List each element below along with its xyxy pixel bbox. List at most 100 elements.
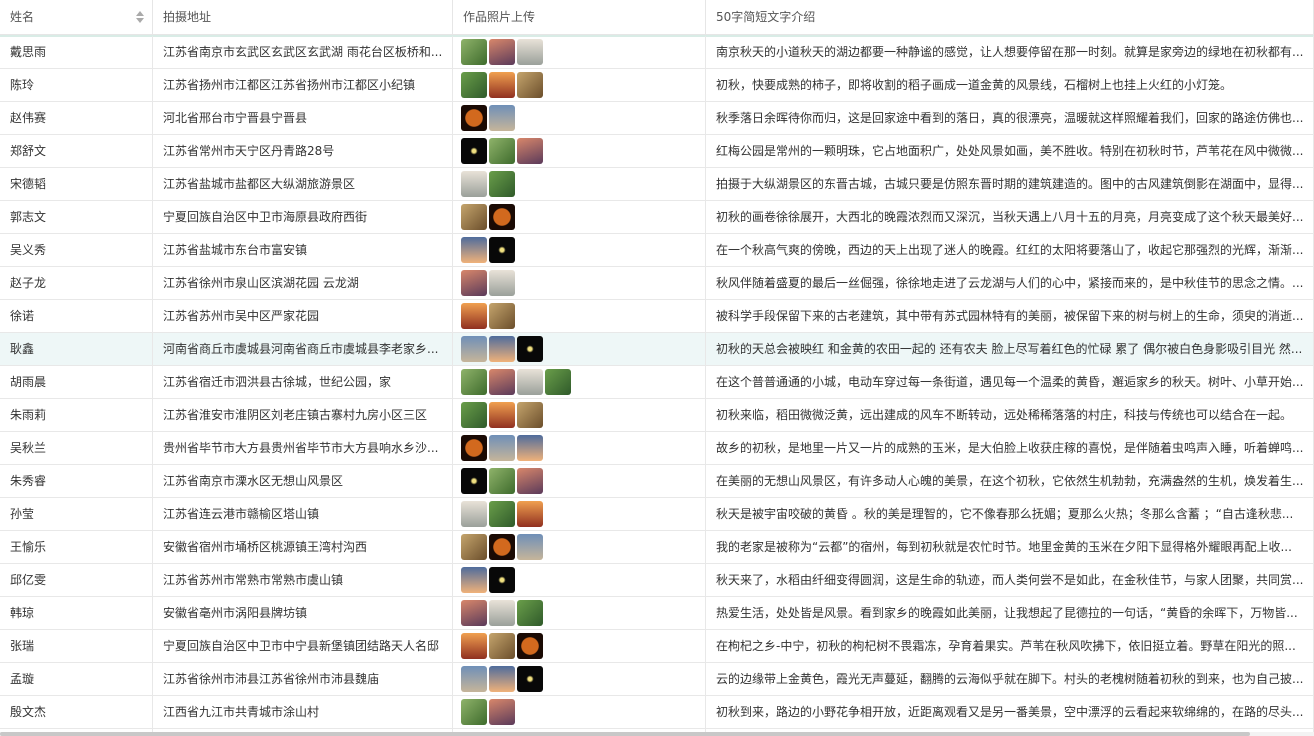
photo-thumbnail[interactable] xyxy=(489,237,515,263)
scrollbar-thumb[interactable] xyxy=(0,732,1250,736)
photo-thumbnail[interactable] xyxy=(489,204,515,230)
photo-thumbnail[interactable] xyxy=(489,666,515,692)
photo-thumbnail[interactable] xyxy=(517,633,543,659)
photo-thumbnail[interactable] xyxy=(461,534,487,560)
photo-thumbnail[interactable] xyxy=(489,138,515,164)
table-row[interactable]: 孙莹 江苏省连云港市赣榆区塔山镇 秋天是被宇宙咬破的黄昏 。秋的美是理智的，它不像春… xyxy=(0,498,1314,531)
photo-thumbnail[interactable] xyxy=(461,270,487,296)
photo-thumbnail[interactable] xyxy=(461,468,487,494)
photo-thumbnail[interactable] xyxy=(461,501,487,527)
photo-thumbnail[interactable] xyxy=(489,303,515,329)
data-table: 姓名 拍摄地址 作品照片上传 50字简短文字介绍 戴思雨 江苏省南京市玄武区玄武区… xyxy=(0,0,1314,736)
photo-thumbnail[interactable] xyxy=(517,468,543,494)
table-row[interactable]: 吴秋兰 贵州省毕节市大方县贵州省毕节市大方县响水乡沙... 故乡的初秋，是地里一片又… xyxy=(0,432,1314,465)
photos-cell xyxy=(453,102,706,134)
photo-thumbnail[interactable] xyxy=(489,402,515,428)
photo-thumbnail[interactable] xyxy=(461,402,487,428)
column-header-name[interactable]: 姓名 xyxy=(0,0,153,34)
horizontal-scrollbar[interactable] xyxy=(0,732,1314,736)
intro-cell: 南京秋天的小道秋天的湖边都要一种静谧的感觉，让人想要停留在那一时刻。就算是家旁边… xyxy=(706,36,1314,68)
photo-thumbnail[interactable] xyxy=(517,369,543,395)
column-header-photos[interactable]: 作品照片上传 xyxy=(453,0,706,34)
table-header: 姓名 拍摄地址 作品照片上传 50字简短文字介绍 xyxy=(0,0,1314,35)
table-row[interactable]: 耿鑫 河南省商丘市虞城县河南省商丘市虞城县李老家乡... 初秋的天总会被映红 和金黄… xyxy=(0,333,1314,366)
photo-thumbnail[interactable] xyxy=(461,666,487,692)
address-cell: 河南省商丘市虞城县河南省商丘市虞城县李老家乡... xyxy=(153,333,453,365)
table-row[interactable]: 徐诺 江苏省苏州市吴中区严家花园 被科学手段保留下来的古老建筑，其中带有苏式园林特有… xyxy=(0,300,1314,333)
photo-thumbnail[interactable] xyxy=(461,138,487,164)
photo-thumbnail[interactable] xyxy=(517,435,543,461)
photo-thumbnail[interactable] xyxy=(489,39,515,65)
photo-thumbnail[interactable] xyxy=(545,369,571,395)
table-row[interactable]: 韩琼 安徽省亳州市涡阳县牌坊镇 热爱生活，处处皆是风景。看到家乡的晚霞如此美丽，让我… xyxy=(0,597,1314,630)
table-row[interactable]: 郭志文 宁夏回族自治区中卫市海原县政府西街 初秋的画卷徐徐展开，大西北的晚霞浓烈而又… xyxy=(0,201,1314,234)
name-cell: 韩琼 xyxy=(0,597,153,629)
table-row[interactable]: 张瑞 宁夏回族自治区中卫市中宁县新堡镇团结路天人名邸 在枸杞之乡-中宁，初秋的枸杞树… xyxy=(0,630,1314,663)
photo-thumbnail[interactable] xyxy=(517,402,543,428)
photo-thumbnail[interactable] xyxy=(461,699,487,725)
intro-cell: 初秋到来，路边的小野花争相开放，近距离观看又是另一番美景，空中漂浮的云看起来软绵… xyxy=(706,696,1314,728)
address-cell: 河北省邢台市宁晋县宁晋县 xyxy=(153,102,453,134)
photo-thumbnail[interactable] xyxy=(517,39,543,65)
column-header-intro[interactable]: 50字简短文字介绍 xyxy=(706,0,1314,34)
intro-cell: 我的老家是被称为“云都”的宿州，每到初秋就是农忙时节。地里金黄的玉米在夕阳下显得… xyxy=(706,531,1314,563)
photo-thumbnail[interactable] xyxy=(489,105,515,131)
photo-thumbnail[interactable] xyxy=(461,72,487,98)
table-row[interactable]: 陈玲 江苏省扬州市江都区江苏省扬州市江都区小纪镇 初秋，快要成熟的柿子，即将收割的稻… xyxy=(0,69,1314,102)
photo-thumbnail[interactable] xyxy=(461,600,487,626)
sort-icon[interactable] xyxy=(136,11,144,23)
column-header-address[interactable]: 拍摄地址 xyxy=(153,0,453,34)
table-row[interactable]: 朱雨莉 江苏省淮安市淮阴区刘老庄镇古寨村九房小区三区 初秋来临，稻田微微泛黄，远出建… xyxy=(0,399,1314,432)
photo-thumbnail[interactable] xyxy=(489,633,515,659)
photo-thumbnail[interactable] xyxy=(517,336,543,362)
photo-thumbnail[interactable] xyxy=(461,237,487,263)
photo-thumbnail[interactable] xyxy=(489,534,515,560)
table-row[interactable]: 殷文杰 江西省九江市共青城市涂山村 初秋到来，路边的小野花争相开放，近距离观看又是另… xyxy=(0,696,1314,729)
table-row[interactable]: 宋德韬 江苏省盐城市盐都区大纵湖旅游景区 拍摄于大纵湖景区的东晋古城，古城只要是仿照… xyxy=(0,168,1314,201)
photo-thumbnail[interactable] xyxy=(489,501,515,527)
table-row[interactable]: 王愉乐 安徽省宿州市埇桥区桃源镇王湾村沟西 我的老家是被称为“云都”的宿州，每到初秋… xyxy=(0,531,1314,564)
photo-thumbnail[interactable] xyxy=(489,600,515,626)
photo-thumbnail[interactable] xyxy=(461,105,487,131)
photo-thumbnail[interactable] xyxy=(461,435,487,461)
table-row[interactable]: 吴义秀 江苏省盐城市东台市富安镇 在一个秋高气爽的傍晚，西边的天上出现了迷人的晚霞。… xyxy=(0,234,1314,267)
photos-cell xyxy=(453,168,706,200)
photo-thumbnail[interactable] xyxy=(517,501,543,527)
photo-thumbnail[interactable] xyxy=(461,369,487,395)
intro-cell: 拍摄于大纵湖景区的东晋古城，古城只要是仿照东晋时期的建筑建造的。图中的古风建筑倒… xyxy=(706,168,1314,200)
table-row[interactable]: 戴思雨 江苏省南京市玄武区玄武区玄武湖 雨花台区板桥和... 南京秋天的小道秋天的湖… xyxy=(0,36,1314,69)
table-row[interactable]: 朱秀睿 江苏省南京市溧水区无想山风景区 在美丽的无想山风景区，有许多动人心魄的美景，… xyxy=(0,465,1314,498)
photo-thumbnail[interactable] xyxy=(461,204,487,230)
photo-thumbnail[interactable] xyxy=(461,567,487,593)
photo-thumbnail[interactable] xyxy=(461,633,487,659)
table-row[interactable]: 邱亿雯 江苏省苏州市常熟市常熟市虞山镇 秋天来了，水稻由纤细变得圆润，这是生命的轨迹… xyxy=(0,564,1314,597)
photo-thumbnail[interactable] xyxy=(489,435,515,461)
photo-thumbnail[interactable] xyxy=(461,336,487,362)
photo-thumbnail[interactable] xyxy=(489,270,515,296)
photo-thumbnail[interactable] xyxy=(517,666,543,692)
photo-thumbnail[interactable] xyxy=(489,72,515,98)
photos-cell xyxy=(453,36,706,68)
table-row[interactable]: 郑舒文 江苏省常州市天宁区丹青路28号 红梅公园是常州的一颗明珠，它占地面积广，处处… xyxy=(0,135,1314,168)
photo-thumbnail[interactable] xyxy=(517,600,543,626)
photo-thumbnail[interactable] xyxy=(461,171,487,197)
photo-thumbnail[interactable] xyxy=(517,534,543,560)
table-row[interactable]: 胡雨晨 江苏省宿迁市泗洪县古徐城，世纪公园，家 在这个普普通通的小城，电动车穿过每一… xyxy=(0,366,1314,399)
photo-thumbnail[interactable] xyxy=(517,138,543,164)
photos-cell xyxy=(453,399,706,431)
photo-thumbnail[interactable] xyxy=(461,39,487,65)
photo-thumbnail[interactable] xyxy=(489,369,515,395)
photo-thumbnail[interactable] xyxy=(489,336,515,362)
photo-thumbnail[interactable] xyxy=(489,171,515,197)
photo-thumbnail[interactable] xyxy=(489,699,515,725)
photo-thumbnail[interactable] xyxy=(517,72,543,98)
address-cell: 江苏省扬州市江都区江苏省扬州市江都区小纪镇 xyxy=(153,69,453,101)
photos-cell xyxy=(453,432,706,464)
photo-thumbnail[interactable] xyxy=(489,567,515,593)
photo-thumbnail[interactable] xyxy=(489,468,515,494)
table-row[interactable]: 孟璇 江苏省徐州市沛县江苏省徐州市沛县魏庙 云的边缘带上金黄色，霞光无声蔓延，翻腾的… xyxy=(0,663,1314,696)
intro-cell: 初秋的画卷徐徐展开，大西北的晚霞浓烈而又深沉，当秋天遇上八月十五的月亮，月亮变成… xyxy=(706,201,1314,233)
table-row[interactable]: 赵子龙 江苏省徐州市泉山区滨湖花园 云龙湖 秋风伴随着盛夏的最后一丝倔强，徐徐地走进… xyxy=(0,267,1314,300)
table-row[interactable]: 赵伟赛 河北省邢台市宁晋县宁晋县 秋季落日余晖待你而归，这是回家途中看到的落日，真的… xyxy=(0,102,1314,135)
photo-thumbnail[interactable] xyxy=(461,303,487,329)
